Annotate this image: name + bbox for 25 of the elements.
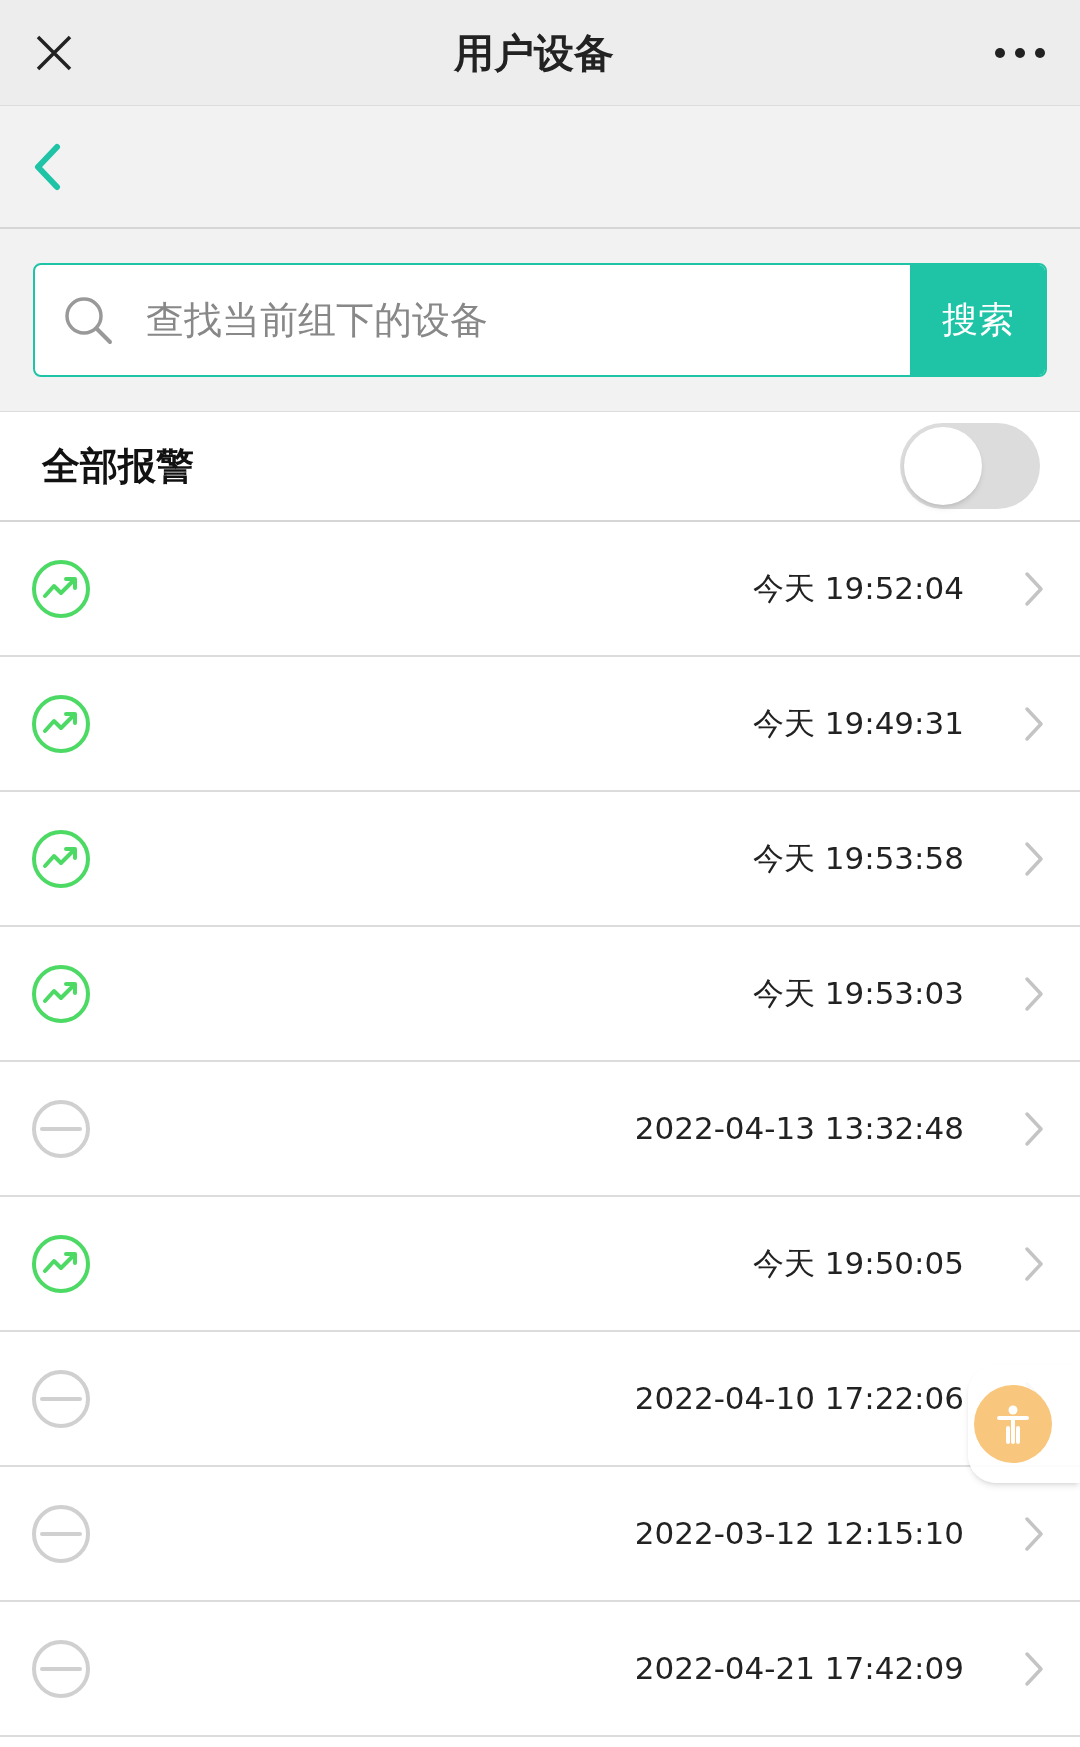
last-seen-time: 2022-04-10 17:22:06 (634, 1379, 964, 1419)
last-seen-time: 2022-04-21 17:42:09 (634, 1649, 964, 1689)
last-seen-time: 今天 19:52:04 (752, 569, 964, 609)
last-seen-time: 今天 19:53:58 (752, 839, 964, 879)
chevron-right-icon (1024, 1515, 1044, 1552)
chevron-right-icon (1024, 975, 1044, 1012)
chevron-right-icon (1024, 1245, 1044, 1282)
last-seen-time: 2022-03-12 12:15:10 (634, 1514, 964, 1554)
last-seen-time: 今天 19:49:31 (752, 704, 964, 744)
window-title: 用户设备 (454, 28, 614, 78)
search-icon (62, 294, 114, 346)
back-icon[interactable] (32, 142, 62, 191)
last-seen-time: 今天 19:50:05 (752, 1244, 964, 1284)
search-button[interactable]: 搜索 (910, 265, 1045, 375)
search-field[interactable]: 查找当前组下的设备 搜索 (33, 263, 1047, 377)
chevron-right-icon (1024, 570, 1044, 607)
chevron-right-icon (1024, 1650, 1044, 1687)
more-icon[interactable] (994, 46, 1046, 59)
person-icon (996, 1404, 1030, 1444)
chevron-right-icon (1024, 1110, 1044, 1147)
last-seen-time: 2022-04-13 13:32:48 (634, 1109, 964, 1149)
last-seen-time: 今天 19:53:03 (752, 974, 964, 1014)
chevron-right-icon (1024, 705, 1044, 742)
alarm-label: 全部报警 (42, 442, 194, 490)
chevron-right-icon (1024, 840, 1044, 877)
